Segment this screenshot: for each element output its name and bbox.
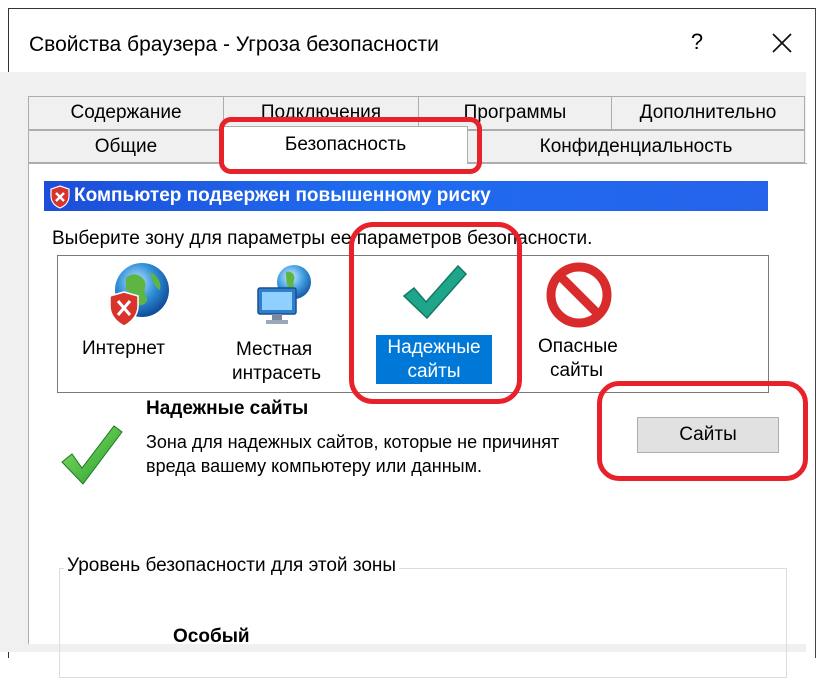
globe-shield-icon (109, 263, 169, 327)
annotation-highlight-sites-button (597, 381, 808, 481)
selected-zone-name: Надежные сайты (146, 398, 309, 419)
tab-general[interactable]: Общие (28, 130, 224, 163)
security-level-group (59, 568, 787, 678)
selected-zone-description: Зона для надежных сайтов, которые не при… (146, 432, 560, 476)
zone-local-intranet-label-line1: Местная (236, 339, 313, 360)
no-entry-icon (546, 262, 612, 328)
annotation-highlight-security-tab (219, 117, 482, 174)
risk-warning-text: Компьютер подвержен повышенному риску (74, 185, 491, 206)
tab-advanced[interactable]: Дополнительно (611, 96, 805, 130)
zone-internet-label: Интернет (82, 338, 165, 359)
zone-local-intranet-label-line2: интрасеть (232, 363, 321, 384)
network-globe-icon (257, 265, 311, 324)
zone-restricted-sites-label-line1: Опасные (538, 336, 618, 357)
zone-internet[interactable]: Интернет (72, 258, 202, 388)
window-title: Свойства браузера - Угроза безопасности (29, 33, 439, 56)
shield-warning-icon (50, 185, 70, 209)
title-bar: Свойства браузера - Угроза безопасности … (9, 9, 815, 81)
tab-privacy[interactable]: Конфиденциальность (467, 130, 805, 163)
security-level-value: Особый (173, 626, 250, 647)
tab-content[interactable]: Содержание (28, 96, 224, 130)
zone-restricted-sites[interactable]: Опасные сайты (528, 258, 648, 388)
zone-local-intranet[interactable]: Местная интрасеть (222, 258, 342, 390)
annotation-highlight-trusted-zone (349, 222, 522, 404)
close-button[interactable] (764, 25, 800, 61)
close-icon (772, 33, 792, 53)
zone-restricted-sites-label-line2: сайты (550, 360, 604, 381)
security-level-group-label: Уровень безопасности для этой зоны (64, 555, 400, 577)
trusted-zone-checkmark-icon (61, 425, 123, 485)
help-button[interactable]: ? (685, 29, 709, 55)
